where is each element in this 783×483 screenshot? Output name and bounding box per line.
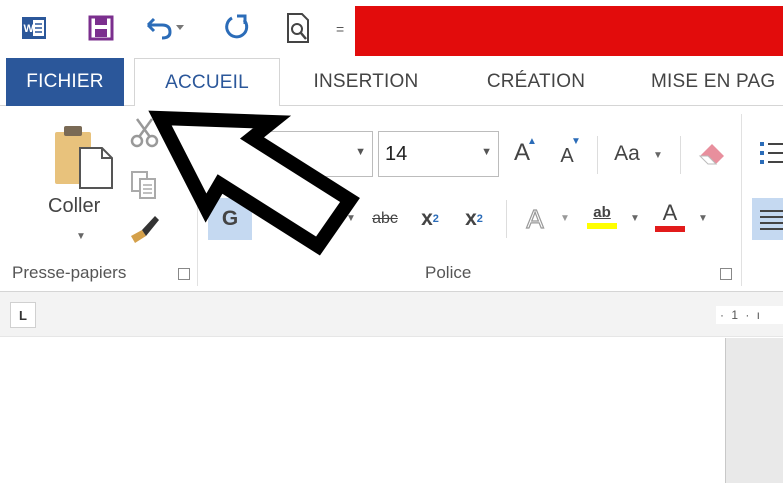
tab-stop-selector[interactable]: L xyxy=(10,302,36,328)
subscript-mark: 2 xyxy=(432,213,439,225)
shrink-arrow-icon: ▼ xyxy=(571,136,581,147)
horizontal-ruler[interactable]: · 1 · ı xyxy=(716,306,783,324)
group-divider xyxy=(197,114,198,286)
font-color-label: A xyxy=(662,200,678,225)
font-group-label: Police xyxy=(425,263,472,282)
redacted-title-bar xyxy=(355,6,783,56)
copy-icon[interactable] xyxy=(128,168,162,202)
save-icon[interactable] xyxy=(86,8,116,48)
paste-dropdown-arrow[interactable]: ▼ xyxy=(76,231,86,242)
chevron-down-icon[interactable]: ▼ xyxy=(653,150,663,161)
font-name-combobox[interactable]: Calibri ▼ xyxy=(208,131,373,177)
quick-access-toolbar: W = xyxy=(0,0,783,58)
superscript-button[interactable]: x2 xyxy=(458,198,490,240)
italic-label: I xyxy=(273,207,279,230)
text-effects-button[interactable]: A xyxy=(518,198,552,240)
undo-icon[interactable] xyxy=(141,8,187,48)
tab-stop-label: L xyxy=(19,307,27,323)
font-color-button[interactable]: A xyxy=(650,194,690,238)
bold-button[interactable]: G xyxy=(208,198,252,240)
tab-accueil[interactable]: ACCUEIL xyxy=(134,58,280,107)
redo-icon[interactable] xyxy=(220,8,254,48)
print-preview-icon[interactable] xyxy=(282,8,316,48)
text-effects-icon: A xyxy=(526,203,545,234)
tab-mise-en-page[interactable]: MISE EN PAG xyxy=(636,58,783,106)
chevron-down-icon[interactable]: ▼ xyxy=(630,213,640,224)
underline-button[interactable]: S xyxy=(300,198,336,240)
chevron-down-icon[interactable]: ▼ xyxy=(481,146,492,158)
ruler-bar: L · 1 · ı xyxy=(0,292,783,337)
highlight-color-bar xyxy=(587,222,617,229)
chevron-down-icon[interactable]: ▼ xyxy=(560,213,570,224)
bold-label: G xyxy=(221,207,239,230)
chevron-down-icon[interactable]: ▼ xyxy=(698,213,708,224)
font-name-value: Calibri xyxy=(215,142,272,165)
superscript-mark: 2 xyxy=(476,213,483,225)
format-painter-icon[interactable] xyxy=(128,210,164,246)
cut-icon[interactable] xyxy=(128,116,162,150)
group-divider xyxy=(741,114,742,286)
ruler-mark: · 1 · ı xyxy=(720,308,763,322)
word-logo-icon[interactable]: W xyxy=(18,8,50,48)
divider xyxy=(680,136,681,174)
paste-button-label[interactable]: Coller xyxy=(48,195,100,218)
paste-icon[interactable] xyxy=(50,122,116,192)
align-left-icon[interactable] xyxy=(752,198,783,240)
font-launcher-icon[interactable] xyxy=(720,268,732,280)
document-page[interactable] xyxy=(0,338,726,483)
subscript-button[interactable]: x2 xyxy=(414,198,446,240)
change-case-button[interactable]: Aa xyxy=(609,136,645,172)
clipboard-launcher-icon[interactable] xyxy=(178,268,190,280)
chevron-down-icon[interactable]: ▼ xyxy=(346,213,356,224)
clear-formatting-icon[interactable] xyxy=(696,136,730,170)
tab-fichier[interactable]: FICHIER xyxy=(6,58,124,106)
change-case-label: Aa xyxy=(614,142,640,165)
ribbon-tabs: FICHIER ACCUEIL INSERTION CRÉATION MISE … xyxy=(0,58,783,107)
tab-creation[interactable]: CRÉATION xyxy=(466,58,606,106)
divider xyxy=(597,136,598,174)
subscript-label: x xyxy=(421,207,433,230)
customize-qat-icon[interactable]: = xyxy=(336,22,346,36)
svg-text:W: W xyxy=(24,23,35,35)
clipboard-group-label: Presse-papiers xyxy=(12,263,127,282)
italic-button[interactable]: I xyxy=(258,198,294,240)
strikethrough-label: abc xyxy=(372,210,398,227)
superscript-label: x xyxy=(465,207,477,230)
chevron-down-icon[interactable]: ▼ xyxy=(355,146,366,158)
strikethrough-button[interactable]: abc xyxy=(366,198,404,240)
font-size-value: 14 xyxy=(385,142,408,165)
tab-insertion[interactable]: INSERTION xyxy=(293,58,439,106)
shrink-font-icon: A xyxy=(560,144,574,167)
bullets-icon[interactable] xyxy=(756,136,783,170)
highlight-label: ab xyxy=(593,203,611,221)
ribbon-accueil: Coller ▼ Presse-papiers Calibri ▼ 14 ▼ A… xyxy=(0,106,783,292)
font-color-bar xyxy=(655,226,685,232)
grow-arrow-icon: ▲ xyxy=(527,136,537,147)
underline-label: S xyxy=(310,207,325,230)
highlight-button[interactable]: ab xyxy=(582,194,622,238)
document-area xyxy=(0,338,783,483)
divider xyxy=(506,200,507,238)
font-size-combobox[interactable]: 14 ▼ xyxy=(378,131,499,177)
